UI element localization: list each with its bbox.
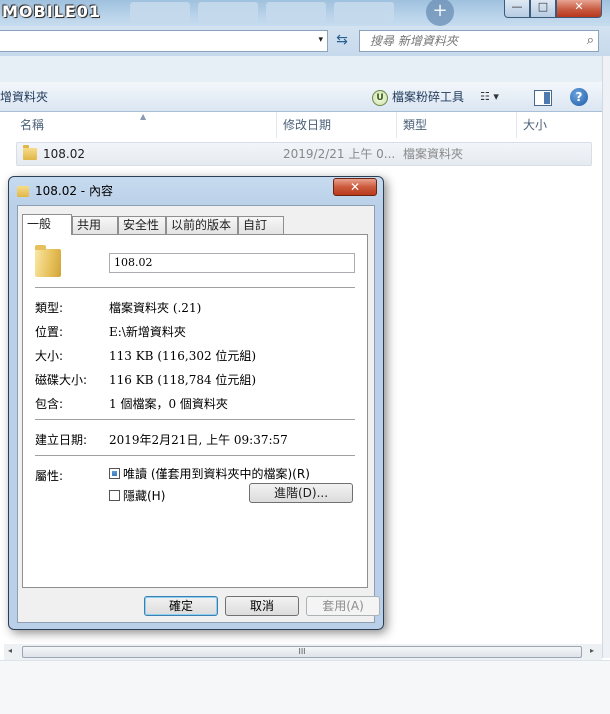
- column-header-modified[interactable]: 修改日期: [276, 112, 396, 138]
- watermark-logo: MOBILE01: [2, 2, 102, 21]
- ok-button[interactable]: 確定: [144, 596, 218, 616]
- type-value: 檔案資料夾 (.21): [109, 301, 202, 315]
- horizontal-scrollbar[interactable]: ◂ III ▸: [4, 644, 602, 660]
- preview-pane-icon[interactable]: [534, 90, 552, 106]
- cancel-button[interactable]: 取消: [225, 596, 299, 616]
- contains-label: 包含:: [35, 397, 64, 411]
- menu-strip: [0, 56, 610, 82]
- hidden-checkbox-label: 隱藏(H): [123, 489, 166, 503]
- column-header-type[interactable]: 類型: [396, 112, 516, 138]
- divider: [35, 287, 355, 288]
- folder-icon: [17, 186, 29, 197]
- address-dropdown-icon[interactable]: ▾: [318, 35, 323, 45]
- file-name: 108.02: [43, 147, 85, 161]
- help-icon[interactable]: ?: [570, 88, 588, 106]
- command-bar: 增資料夾 U 檔案粉碎工具 ☷ ▾ ?: [0, 82, 610, 112]
- type-label: 類型:: [35, 301, 64, 315]
- window-titlebar: MOBILE01 + — □ ✕: [0, 0, 610, 26]
- tab-previous-versions[interactable]: 以前的版本: [166, 216, 238, 234]
- browser-tabs-background: [130, 2, 460, 24]
- general-panel: 108.02 類型: 檔案資料夾 (.21) 位置: E:\新增資料夾 大小: …: [22, 234, 368, 588]
- size-on-disk-label: 磁碟大小:: [35, 373, 88, 387]
- minimize-button[interactable]: —: [504, 0, 530, 18]
- search-icon[interactable]: ⌕: [587, 31, 594, 51]
- file-row[interactable]: 108.02 2019/2/21 上午 0... 檔案資料夾: [16, 142, 592, 166]
- breadcrumb[interactable]: 增資料夾: [0, 82, 48, 112]
- scroll-left-icon[interactable]: ◂: [8, 646, 12, 655]
- file-shredder-button[interactable]: U 檔案粉碎工具: [372, 88, 464, 106]
- contains-value: 1 個檔案，0 個資料夾: [109, 397, 228, 411]
- size-on-disk-value: 116 KB (118,784 位元組): [109, 373, 257, 387]
- column-header-size[interactable]: 大小: [516, 112, 602, 138]
- address-input[interactable]: ▾: [0, 30, 328, 52]
- refresh-icon[interactable]: ⇆: [332, 30, 352, 52]
- dialog-title-text: 108.02 - 內容: [35, 184, 113, 198]
- size-label: 大小:: [35, 349, 64, 363]
- vertical-scrollbar[interactable]: [602, 56, 610, 658]
- address-bar: ▾ ⇆ 搜尋 新增資料夾 ⌕: [0, 26, 610, 56]
- divider: [35, 419, 355, 420]
- dialog-close-button[interactable]: ✕: [333, 178, 377, 196]
- folder-large-icon: [35, 245, 61, 277]
- attributes-label: 屬性:: [35, 469, 64, 483]
- details-pane: [0, 660, 610, 714]
- shredder-label: 檔案粉碎工具: [392, 90, 465, 104]
- hidden-checkbox-box[interactable]: [109, 490, 120, 501]
- folder-icon: [23, 145, 37, 160]
- advanced-button[interactable]: 進階(D)...: [249, 483, 353, 503]
- readonly-checkbox[interactable]: 唯讀 (僅套用到資料夾中的檔案)(R): [109, 465, 310, 482]
- size-value: 113 KB (116,302 位元組): [109, 349, 257, 363]
- maximize-button[interactable]: □: [530, 0, 556, 18]
- location-label: 位置:: [35, 325, 64, 339]
- apply-button[interactable]: 套用(A): [306, 596, 380, 616]
- scrollbar-thumb[interactable]: III: [22, 646, 582, 658]
- search-input[interactable]: 搜尋 新增資料夾 ⌕: [359, 30, 599, 52]
- readonly-checkbox-label: 唯讀 (僅套用到資料夾中的檔案)(R): [123, 467, 310, 481]
- tab-customize[interactable]: 自訂: [238, 216, 284, 234]
- created-label: 建立日期:: [35, 433, 88, 447]
- properties-dialog: 108.02 - 內容 ✕ 一般 共用 安全性 以前的版本 自訂 108.02 …: [8, 176, 384, 630]
- tab-general[interactable]: 一般: [22, 214, 72, 235]
- divider: [35, 455, 355, 456]
- file-modified: 2019/2/21 上午 0...: [283, 147, 396, 161]
- readonly-checkbox-box[interactable]: [109, 468, 120, 479]
- location-value: E:\新增資料夾: [109, 325, 186, 339]
- column-headers: 名稱 ▲ 修改日期 類型 大小: [0, 112, 602, 138]
- dialog-body: 一般 共用 安全性 以前的版本 自訂 108.02 類型: 檔案資料夾 (.21…: [17, 205, 380, 623]
- scroll-right-icon[interactable]: ▸: [590, 646, 594, 655]
- sort-ascending-icon: ▲: [140, 112, 147, 121]
- view-options-icon[interactable]: ☷ ▾: [480, 90, 516, 106]
- close-window-button[interactable]: ✕: [556, 0, 602, 18]
- file-type: 檔案資料夾: [403, 147, 464, 161]
- created-value: 2019年2月21日, 上午 09:37:57: [109, 433, 288, 447]
- search-placeholder: 搜尋 新增資料夾: [370, 34, 458, 48]
- tab-security[interactable]: 安全性: [118, 216, 166, 234]
- dialog-title: 108.02 - 內容: [17, 180, 113, 202]
- folder-name-input[interactable]: 108.02: [109, 253, 355, 273]
- shredder-icon: U: [372, 89, 388, 106]
- hidden-checkbox[interactable]: 隱藏(H): [109, 487, 165, 504]
- tab-sharing[interactable]: 共用: [72, 216, 118, 234]
